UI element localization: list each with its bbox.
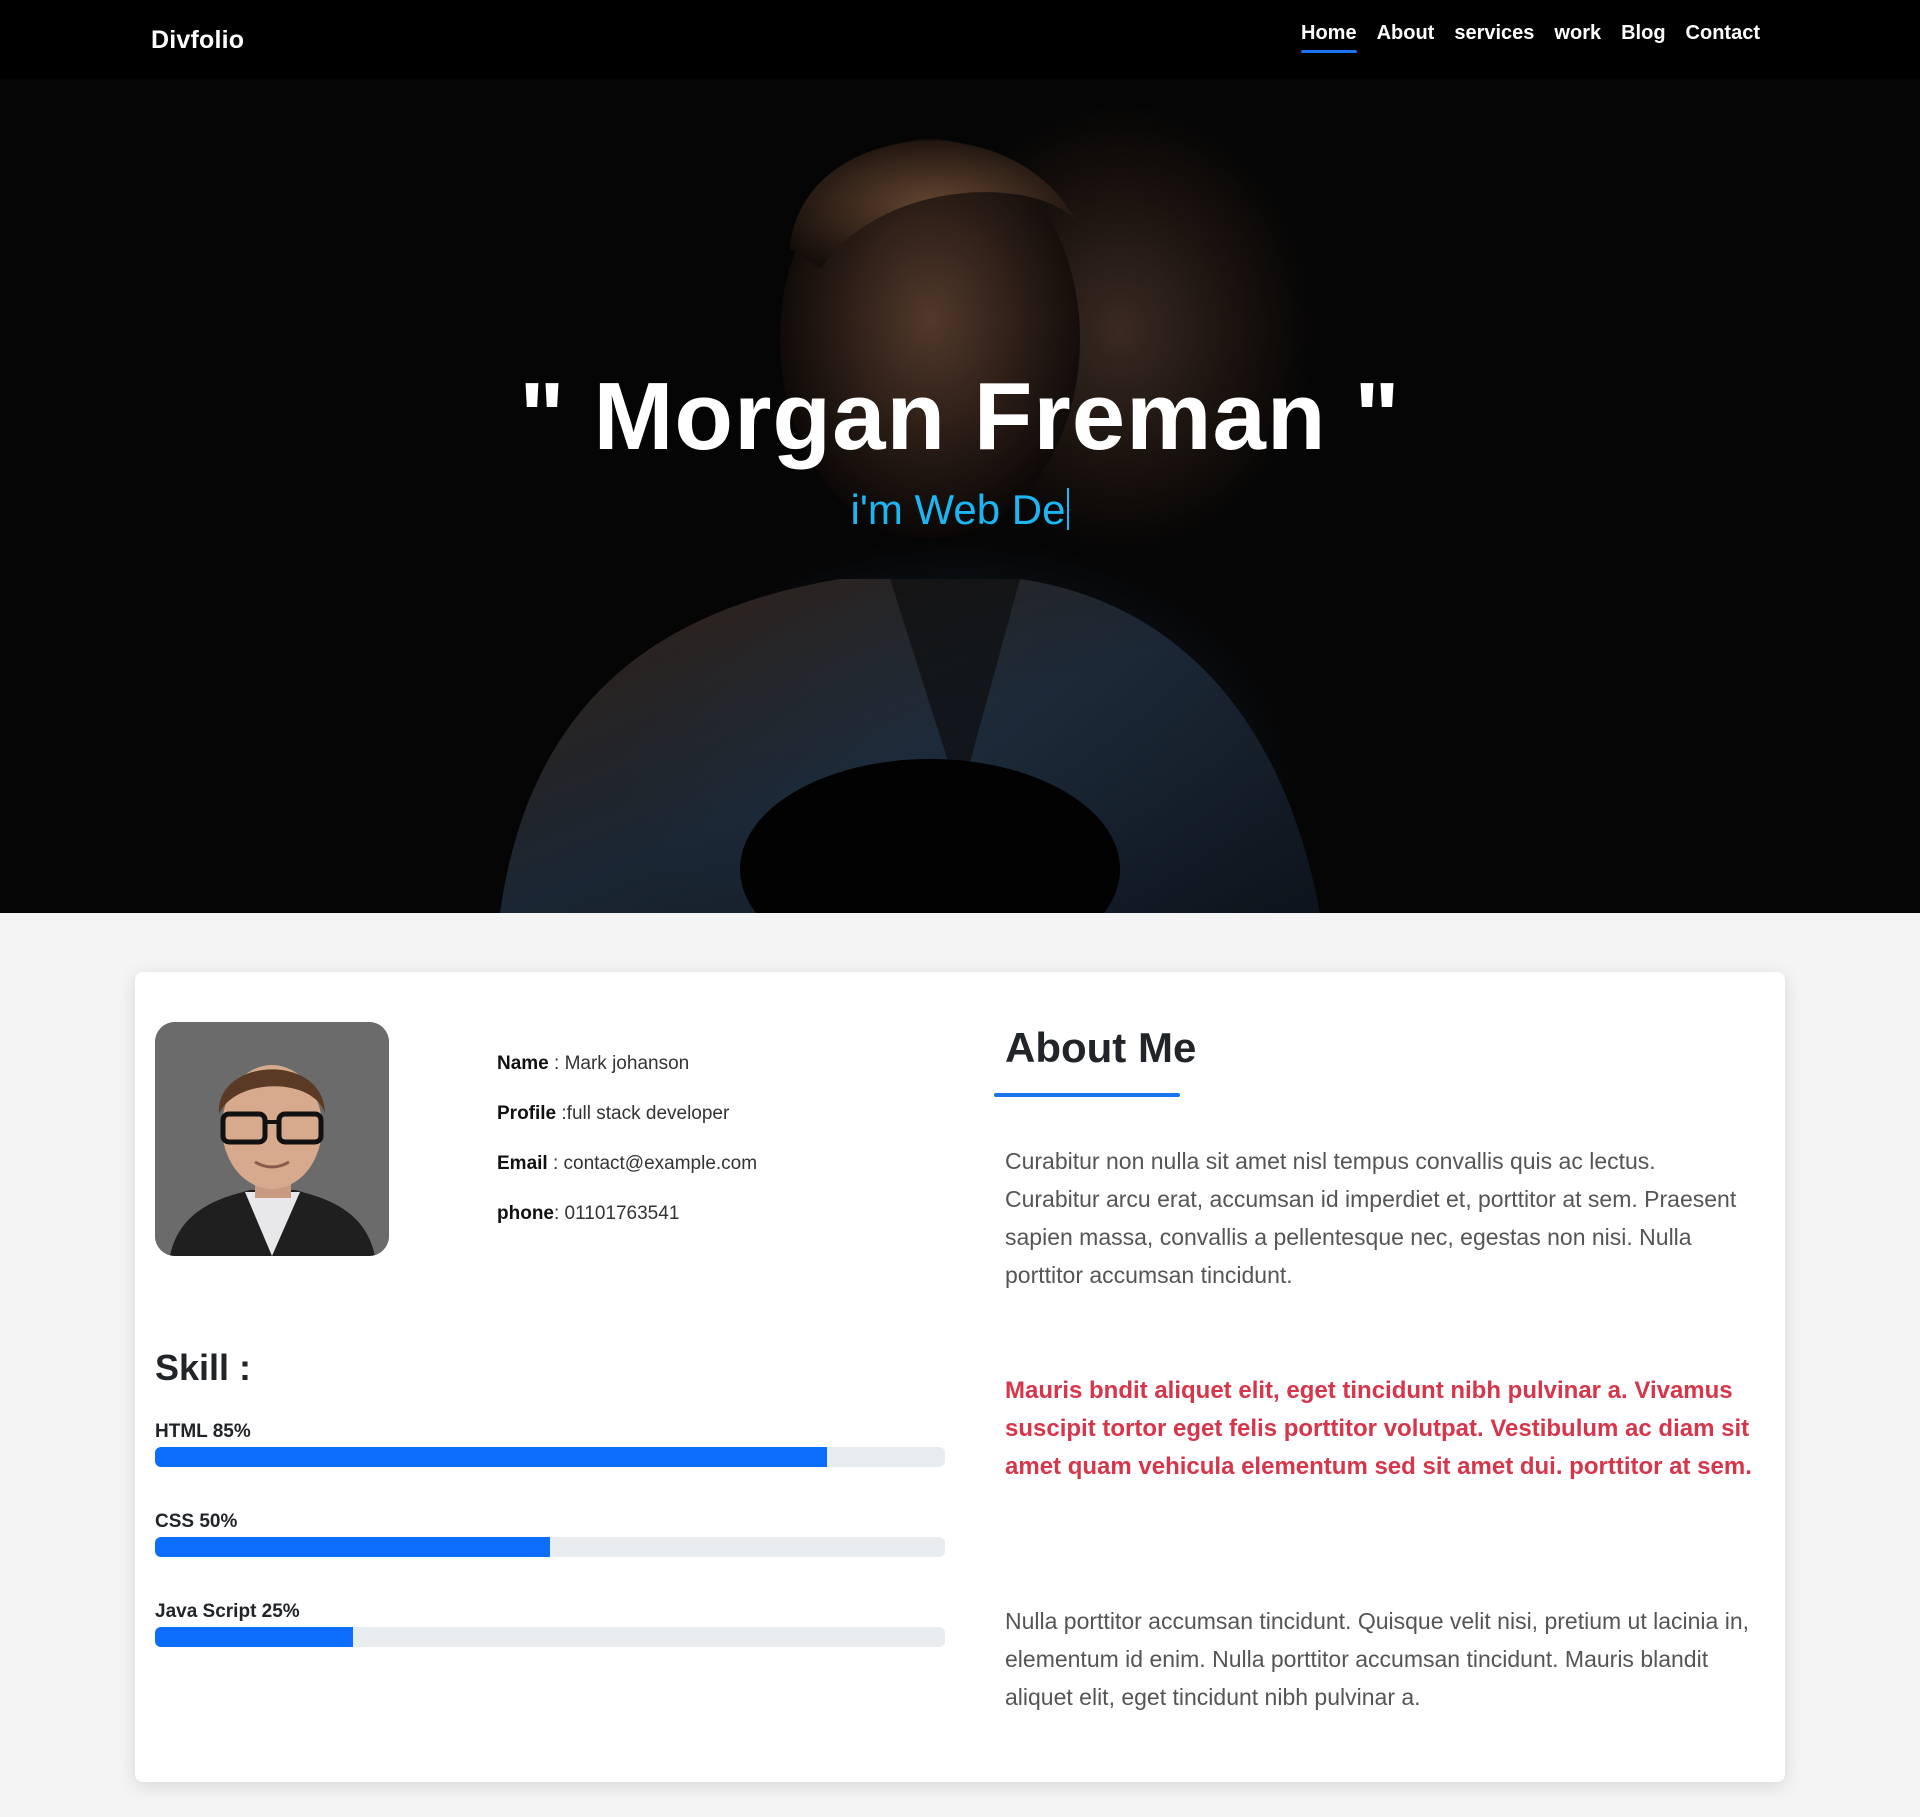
hero-subtitle-text: i'm Web De bbox=[850, 486, 1066, 533]
about-card: Name : Mark johanson Profile :full stack… bbox=[135, 972, 1785, 1782]
info-profile-label: Profile bbox=[497, 1103, 557, 1124]
info-email-label: Email bbox=[497, 1153, 548, 1174]
typing-caret bbox=[1067, 488, 1070, 530]
info-name-label: Name bbox=[497, 1053, 549, 1074]
hero-section: " Morgan Freman " i'm Web De bbox=[0, 79, 1920, 913]
skill-html: HTML 85% bbox=[155, 1421, 945, 1467]
nav-link-home[interactable]: Home bbox=[1301, 22, 1357, 53]
info-name-value: : Mark johanson bbox=[548, 1053, 690, 1074]
nav-link-about[interactable]: About bbox=[1377, 22, 1435, 53]
skill-javascript: Java Script 25% bbox=[155, 1601, 945, 1647]
brand-logo[interactable]: Divfolio bbox=[151, 26, 244, 55]
skill-css-progress bbox=[155, 1537, 945, 1557]
info-profile-row: Profile :full stack developer bbox=[497, 1102, 757, 1152]
profile-photo bbox=[155, 1022, 389, 1256]
about-heading: About Me bbox=[1005, 1024, 1197, 1071]
info-phone-row: phone: 01101763541 bbox=[497, 1202, 757, 1252]
navbar: Divfolio Home About services work Blog C… bbox=[0, 0, 1920, 79]
skill-javascript-label: Java Script 25% bbox=[155, 1601, 300, 1622]
info-phone-label: phone bbox=[497, 1203, 554, 1224]
nav-menu: Home About services work Blog Contact bbox=[1281, 22, 1760, 53]
skill-css-label: CSS 50% bbox=[155, 1511, 238, 1532]
info-email-value: : contact@example.com bbox=[547, 1153, 758, 1174]
skill-javascript-progress bbox=[155, 1627, 945, 1647]
skill-html-progress bbox=[155, 1447, 945, 1467]
hero-title: " Morgan Freman " bbox=[519, 363, 1401, 470]
nav-item-home: Home bbox=[1301, 22, 1357, 53]
nav-item-contact: Contact bbox=[1686, 22, 1760, 53]
about-paragraph-highlight: Mauris bndit aliquet elit, eget tincidun… bbox=[1005, 1377, 1752, 1480]
info-profile-value: :full stack developer bbox=[556, 1103, 730, 1124]
skill-html-label: HTML 85% bbox=[155, 1421, 251, 1442]
skill-javascript-progress-fill bbox=[155, 1627, 353, 1647]
about-paragraph-3: Nulla porttitor accumsan tincidunt. Quis… bbox=[1005, 1608, 1750, 1710]
nav-link-services[interactable]: services bbox=[1454, 22, 1534, 53]
nav-link-contact[interactable]: Contact bbox=[1686, 22, 1760, 53]
nav-link-work[interactable]: work bbox=[1554, 22, 1601, 53]
nav-link-blog[interactable]: Blog bbox=[1621, 22, 1665, 53]
info-name-row: Name : Mark johanson bbox=[497, 1052, 757, 1102]
info-phone-value: : 01101763541 bbox=[554, 1203, 680, 1224]
nav-item-about: About bbox=[1377, 22, 1435, 53]
skill-css: CSS 50% bbox=[155, 1511, 945, 1557]
nav-item-blog: Blog bbox=[1621, 22, 1665, 53]
skill-css-progress-fill bbox=[155, 1537, 550, 1557]
hero-typed-subtitle: i'm Web De bbox=[0, 486, 1920, 534]
profile-avatar bbox=[155, 1022, 389, 1256]
nav-item-services: services bbox=[1454, 22, 1534, 53]
skill-html-progress-fill bbox=[155, 1447, 827, 1467]
about-heading-underline bbox=[994, 1093, 1180, 1097]
nav-item-work: work bbox=[1554, 22, 1601, 53]
skills-heading: Skill : bbox=[155, 1347, 252, 1388]
info-email-row: Email : contact@example.com bbox=[497, 1152, 757, 1202]
profile-info: Name : Mark johanson Profile :full stack… bbox=[497, 1052, 757, 1252]
about-paragraph-1: Curabitur non nulla sit amet nisl tempus… bbox=[1005, 1148, 1737, 1288]
